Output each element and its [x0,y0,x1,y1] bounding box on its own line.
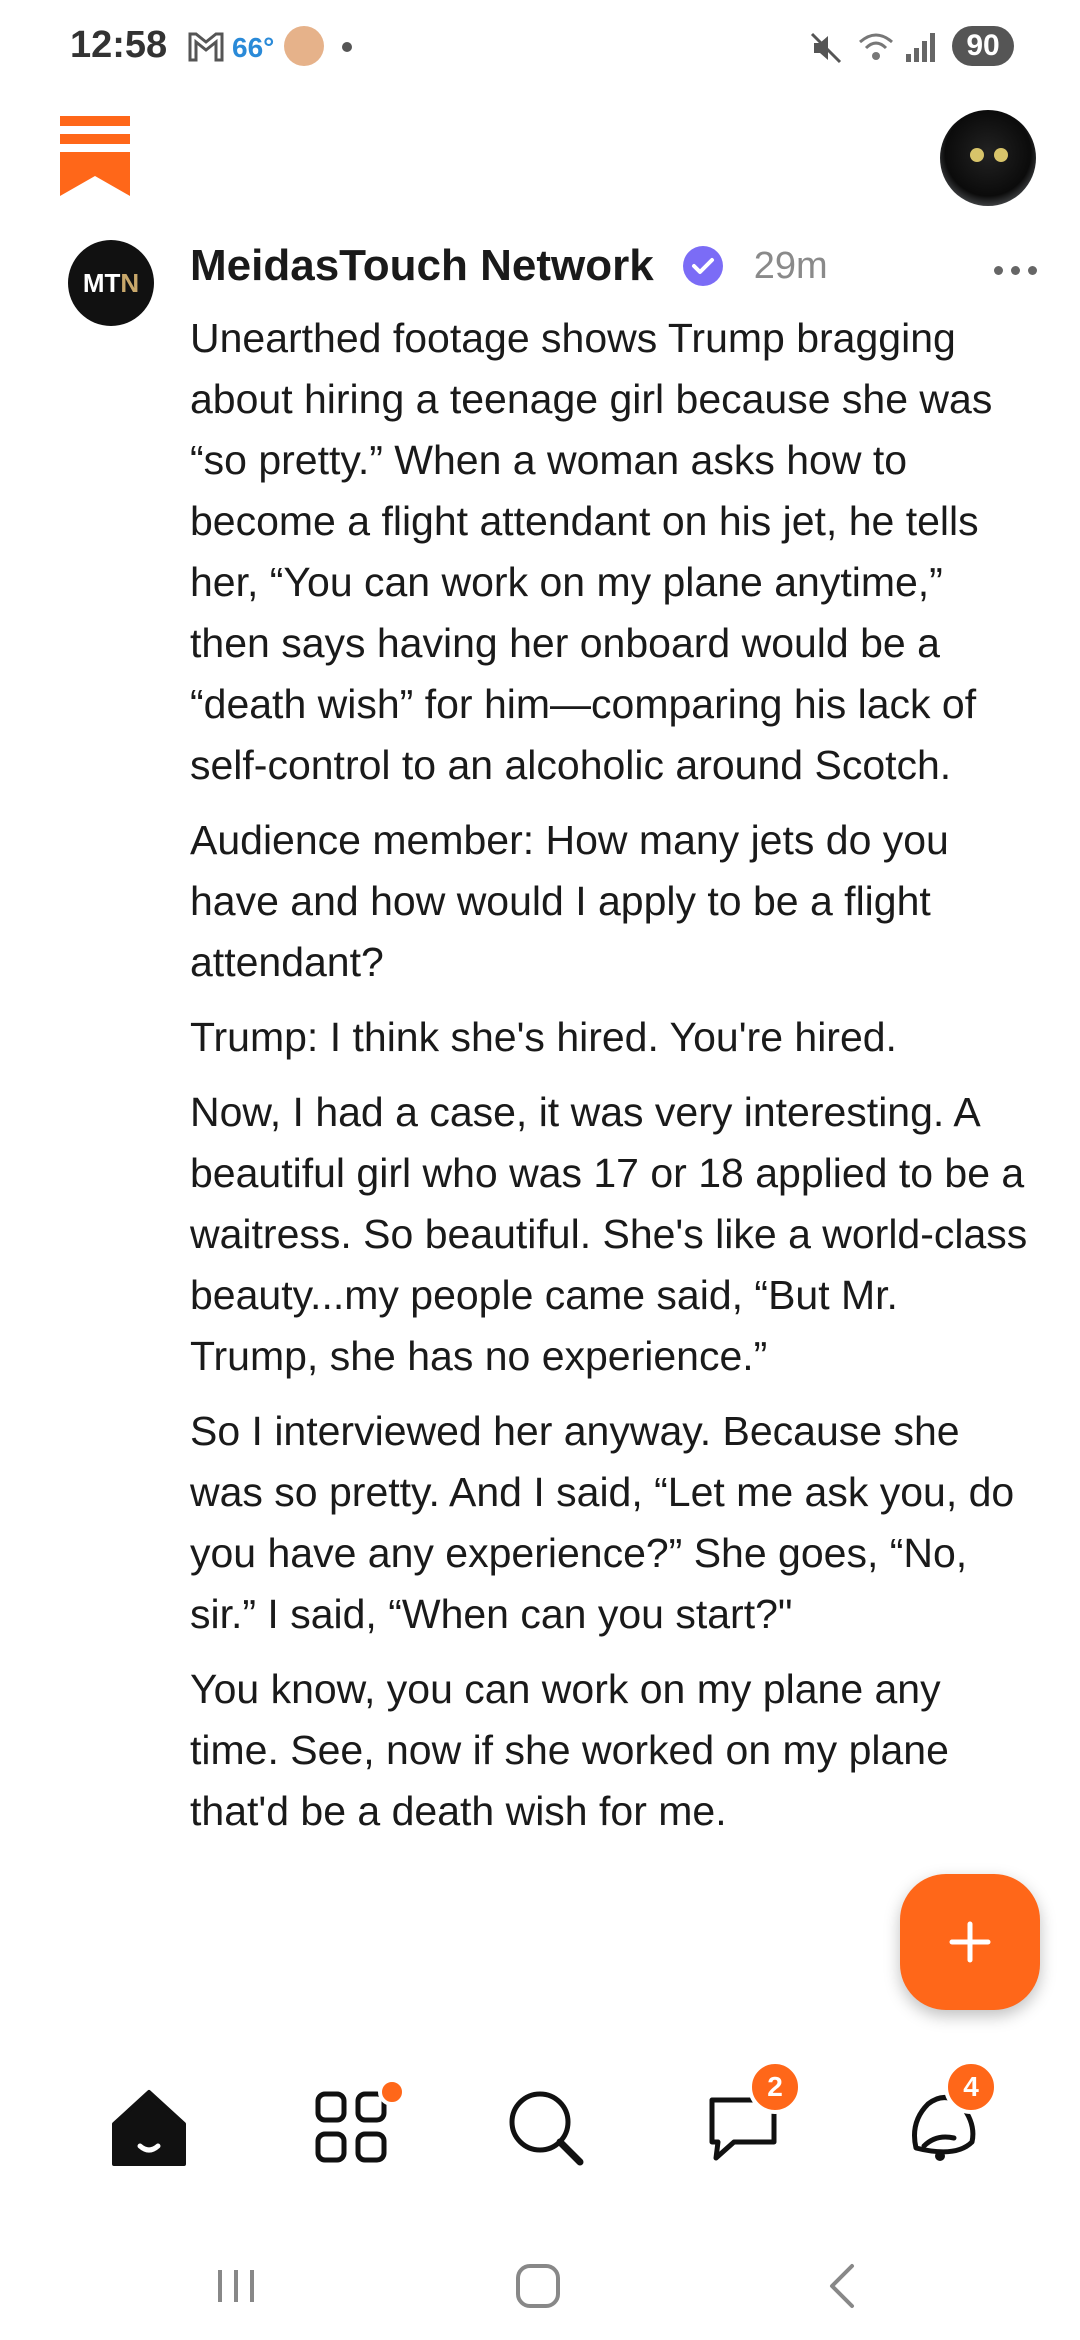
more-dot [1011,265,1020,275]
nav-chat[interactable]: 2 [698,2060,802,2172]
status-temperature: 66° [232,32,275,63]
post-paragraph: Now, I had a case, it was very interesti… [190,1089,1028,1379]
plus-icon [949,1921,991,1963]
nav-home[interactable] [104,2082,194,2172]
post-paragraph: So I interviewed her anyway. Because she… [190,1408,1015,1637]
post-paragraph: Unearthed footage shows Trump bragging a… [190,315,993,788]
status-time: 12:58 [70,24,168,66]
compose-button[interactable] [900,1874,1040,2010]
battery-icon: 90 [952,26,1014,66]
browse-dot-badge [378,2078,406,2106]
home-system-icon[interactable] [508,2256,568,2316]
back-icon[interactable] [814,2256,874,2316]
nav-search[interactable] [500,2082,590,2172]
more-dot [994,265,1003,275]
post-card[interactable]: MT N MeidasTouch Network 29m Unearthed fo… [0,226,1080,2046]
profile-avatar[interactable] [940,110,1036,206]
recent-apps-icon[interactable] [206,2256,266,2316]
notification-dot [342,42,352,52]
author-name[interactable]: MeidasTouch Network [190,241,654,291]
post-paragraph: Trump: I think she's hired. You're hired… [190,1014,897,1060]
more-dot [1028,265,1037,275]
mute-icon [810,32,842,64]
avatar-eye-right [994,148,1008,162]
post-paragraph: Audience member: How many jets do you ha… [190,817,949,985]
verified-badge-icon [682,246,723,286]
author-avatar[interactable]: MT N [68,240,154,326]
post-paragraph: You know, you can work on my plane any t… [190,1666,949,1834]
system-nav-bar [0,2236,1080,2340]
activity-badge: 4 [944,2060,998,2114]
search-icon [509,2091,584,2166]
post-header: MeidasTouch Network 29m [190,236,1040,296]
avatar-eye-left [970,148,984,162]
home-icon [112,2090,186,2166]
post-body[interactable]: Unearthed footage shows Trump bragging a… [190,308,1030,1856]
nav-browse[interactable] [306,2078,406,2172]
chat-badge: 2 [748,2060,802,2114]
author-avatar-accent: N [120,267,140,298]
more-options-icon[interactable] [994,260,1044,280]
substack-bookmark-icon[interactable] [60,116,130,196]
wifi-icon [859,33,893,60]
bottom-nav: 2 4 [0,2046,1080,2236]
nav-activity[interactable]: 4 [896,2060,998,2172]
signal-icon [906,33,935,62]
weather-avatar-icon [284,26,324,66]
author-avatar-text: MT [82,267,121,298]
status-bar: 12:58 66° 90 [0,0,1080,96]
gmail-icon [188,32,224,62]
app-header [0,96,1080,226]
post-time: 29m [753,244,828,287]
